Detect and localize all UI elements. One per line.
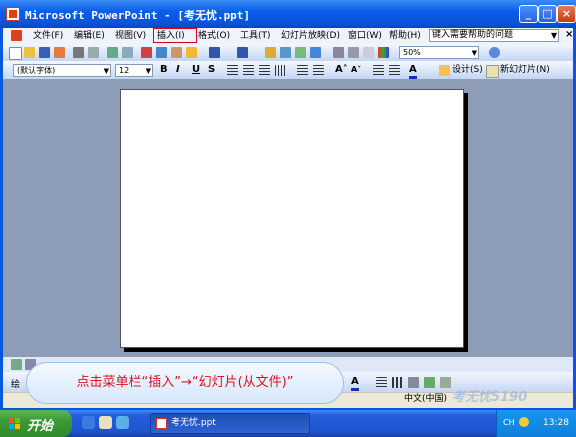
design-icon[interactable] [439,65,450,76]
drawing-menu[interactable]: 绘 [11,377,20,390]
bold-button[interactable]: B [160,64,168,76]
language-status: 中文(中国) [404,394,448,404]
zoom-dropdown-icon: ▼ [471,49,477,57]
zoom-select[interactable]: 50% ▼ [399,46,479,59]
show-grid-icon[interactable] [363,47,374,58]
shadow-style-icon[interactable] [424,377,435,388]
new-slide-button[interactable]: 新幻灯片(N) [500,64,550,76]
permission-icon[interactable] [54,47,65,58]
color-grayscale-icon[interactable] [378,47,389,58]
research-icon[interactable] [122,47,133,58]
cut-icon[interactable] [141,47,152,58]
font-size-dropdown-icon: ▼ [145,67,151,75]
menu-window[interactable]: 窗口(W) [348,28,382,44]
spelling-icon[interactable] [107,47,118,58]
ie-icon[interactable] [82,416,95,429]
hyperlink-icon[interactable] [310,47,321,58]
insert-table-icon[interactable] [280,47,291,58]
paste-icon[interactable] [171,47,182,58]
help-search-input[interactable]: 键入需要帮助的问题 [429,29,559,42]
line-style-icon[interactable] [376,377,387,388]
standard-toolbar: 50% ▼ [3,44,573,62]
menu-view[interactable]: 视图(V) [115,28,146,44]
title-bar[interactable]: Microsoft PowerPoint - [考无忧.ppt] _ □ × [0,0,576,28]
font-size-select[interactable]: 12 ▼ [115,64,153,77]
italic-button[interactable]: I [176,64,180,76]
document-close-button[interactable]: × [565,29,573,40]
align-right-icon[interactable] [259,65,270,76]
menu-tools[interactable]: 工具(T) [240,28,271,44]
maximize-button[interactable]: □ [538,5,557,23]
watermark-logo: 考无忧5190 [452,390,528,405]
align-left-icon[interactable] [227,65,238,76]
print-icon[interactable] [73,47,84,58]
window-title: Microsoft PowerPoint - [考无忧.ppt] [25,9,251,22]
font-size-value: 12 [119,66,130,75]
minimize-button[interactable]: _ [519,5,538,23]
media-player-icon[interactable] [116,416,129,429]
design-button[interactable]: 设计(S) [452,64,483,76]
align-center-icon[interactable] [243,65,254,76]
decrease-font-size-icon[interactable]: A˅ [351,64,361,76]
menu-bar: 文件(F) 编辑(E) 视图(V) 插入(I) 格式(O) 工具(T) 幻灯片放… [3,28,573,44]
draw-font-color-icon[interactable]: A [351,376,359,391]
3d-style-icon[interactable] [440,377,451,388]
redo-icon[interactable] [237,47,248,58]
underline-button[interactable]: U [192,64,200,76]
menu-edit[interactable]: 编辑(E) [74,28,105,44]
save-icon[interactable] [39,47,50,58]
tables-borders-icon[interactable] [295,47,306,58]
taskbar-powerpoint-button[interactable]: 考无忧.ppt [150,413,310,434]
insert-chart-icon[interactable] [265,47,276,58]
clock: 13:28 [543,418,569,428]
powerpoint-app-icon[interactable] [6,7,20,21]
input-language-indicator[interactable]: CH [503,418,515,427]
slide-canvas[interactable] [120,89,464,348]
font-name-value: (默认字体) [17,66,56,75]
start-button[interactable]: 开始 [0,410,72,437]
zoom-value: 50% [403,48,421,57]
arrow-style-icon[interactable] [408,377,419,388]
formatting-toolbar: (默认字体) ▼ 12 ▼ B I U S A˄ A˅ A 设计(S) 新幻灯片… [3,61,573,80]
copy-icon[interactable] [156,47,167,58]
dash-style-icon[interactable] [392,377,403,388]
undo-icon[interactable] [209,47,220,58]
font-color-icon[interactable]: A [409,64,417,79]
new-icon[interactable] [9,47,22,60]
help-dropdown-icon[interactable]: ▼ [551,31,557,40]
windows-flag-icon [9,418,21,430]
instruction-callout: 点击菜单栏“插入”→“幻灯片(从文件)” [26,362,344,404]
start-label: 开始 [27,419,54,434]
menu-help[interactable]: 帮助(H) [389,28,421,44]
bullets-icon[interactable] [313,65,324,76]
menu-slideshow[interactable]: 幻灯片放映(D) [281,28,340,44]
format-painter-icon[interactable] [186,47,197,58]
distributed-align-icon[interactable] [275,65,286,76]
open-icon[interactable] [24,47,35,58]
expand-all-icon[interactable] [333,47,344,58]
print-preview-icon[interactable] [88,47,99,58]
powerpoint-task-icon [156,418,167,429]
font-name-select[interactable]: (默认字体) ▼ [13,64,111,77]
shadow-button[interactable]: S [208,64,215,76]
taskbar-button-label: 考无忧.ppt [171,418,216,428]
new-slide-icon[interactable] [486,65,499,78]
increase-font-size-icon[interactable]: A˄ [335,64,348,76]
menu-file[interactable]: 文件(F) [33,28,63,44]
document-icon[interactable] [11,30,22,41]
normal-view-icon[interactable] [11,359,22,370]
numbering-icon[interactable] [297,65,308,76]
help-icon[interactable] [489,47,500,58]
show-desktop-icon[interactable] [99,416,112,429]
show-formatting-icon[interactable] [348,47,359,58]
font-name-dropdown-icon: ▼ [103,67,109,75]
decrease-indent-icon[interactable] [373,65,384,76]
powerpoint-window: Microsoft PowerPoint - [考无忧.ppt] _ □ × 文… [0,0,576,410]
tray-notification-icon[interactable] [519,417,529,427]
menu-format[interactable]: 格式(O) [198,28,230,44]
increase-indent-icon[interactable] [389,65,400,76]
menu-insert[interactable]: 插入(I) [157,28,185,44]
close-button[interactable]: × [557,5,576,23]
callout-text: 点击菜单栏“插入”→“幻灯片(从文件)” [76,375,294,390]
